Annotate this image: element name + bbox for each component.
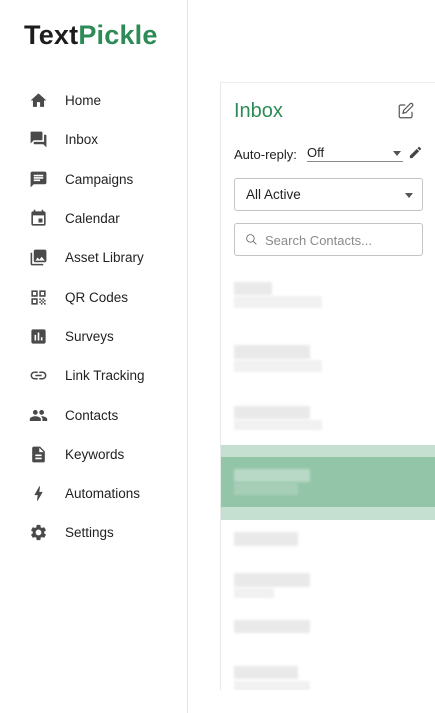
selection-band [221, 457, 435, 507]
sidebar-item-automations[interactable]: Automations [0, 474, 187, 513]
redacted-contact-name [234, 532, 298, 546]
message-icon [28, 169, 48, 189]
inbox-panel: Inbox Auto-reply: Off All Active [220, 82, 435, 690]
sidebar-item-label: Home [65, 93, 102, 109]
pencil-icon [408, 146, 423, 164]
chevron-down-icon [405, 193, 413, 198]
sidebar: TextPickle Home Inbox Campaigns Calendar… [0, 0, 188, 713]
sidebar-nav: Home Inbox Campaigns Calendar Asset Libr… [0, 81, 187, 553]
sidebar-item-label: QR Codes [65, 289, 129, 305]
sidebar-item-surveys[interactable]: Surveys [0, 317, 187, 356]
home-icon [28, 91, 48, 111]
inbox-title: Inbox [234, 100, 283, 122]
redacted-contact-name [234, 620, 310, 633]
edit-auto-reply-button[interactable] [408, 145, 424, 161]
sidebar-item-label: Keywords [65, 446, 125, 462]
sidebar-item-qr-codes[interactable]: QR Codes [0, 277, 187, 316]
compose-icon [397, 102, 415, 124]
redacted-contact-name [234, 406, 310, 419]
contact-list-item[interactable] [221, 520, 435, 560]
auto-reply-label: Auto-reply: [234, 147, 297, 162]
sidebar-item-keywords[interactable]: Keywords [0, 435, 187, 474]
compose-button[interactable] [397, 102, 417, 122]
sidebar-item-home[interactable]: Home [0, 81, 187, 120]
sidebar-item-label: Link Tracking [65, 368, 145, 384]
contact-list-item[interactable] [221, 271, 435, 333]
search-contacts-input[interactable] [265, 229, 415, 251]
sidebar-item-label: Asset Library [65, 250, 144, 266]
gear-icon [28, 523, 48, 543]
sidebar-item-label: Calendar [65, 211, 120, 227]
redacted-contact-name [234, 469, 310, 482]
people-icon [28, 405, 48, 425]
sidebar-item-link-tracking[interactable]: Link Tracking [0, 356, 187, 395]
logo-text-primary: Text [24, 20, 79, 50]
logo-text-accent: Pickle [78, 20, 158, 50]
redacted-contact-name [234, 573, 310, 587]
redacted-message-preview [234, 360, 322, 372]
redacted-message-preview [234, 483, 298, 495]
search-icon [245, 233, 259, 247]
sidebar-item-label: Inbox [65, 132, 99, 148]
auto-reply-value: Off [307, 145, 325, 160]
contact-list-item[interactable] [221, 654, 435, 690]
sidebar-item-inbox[interactable]: Inbox [0, 120, 187, 159]
sidebar-item-label: Surveys [65, 328, 114, 344]
sidebar-item-settings[interactable]: Settings [0, 513, 187, 552]
contact-list-item[interactable] [221, 604, 435, 654]
redacted-contact-name [234, 345, 310, 359]
contact-list-item[interactable] [221, 560, 435, 604]
calendar-icon [28, 209, 48, 229]
forum-icon [28, 130, 48, 150]
chevron-down-icon [393, 151, 401, 156]
redacted-message-preview [234, 681, 310, 690]
redacted-message-preview [234, 588, 274, 598]
status-filter-select[interactable]: All Active [234, 178, 423, 211]
bolt-icon [28, 484, 48, 504]
qr-code-icon [28, 287, 48, 307]
photo-library-icon [28, 248, 48, 268]
sidebar-item-campaigns[interactable]: Campaigns [0, 160, 187, 199]
contact-list-item[interactable] [221, 395, 435, 445]
status-filter-value: All Active [246, 187, 301, 202]
search-contacts-box [234, 223, 423, 256]
redacted-contact-name [234, 282, 272, 295]
sidebar-item-label: Contacts [65, 407, 119, 423]
sidebar-item-label: Settings [65, 525, 114, 541]
sidebar-item-contacts[interactable]: Contacts [0, 395, 187, 434]
document-icon [28, 444, 48, 464]
sidebar-item-label: Automations [65, 486, 141, 502]
contact-list-item[interactable] [221, 333, 435, 395]
sidebar-item-calendar[interactable]: Calendar [0, 199, 187, 238]
app-logo[interactable]: TextPickle [24, 20, 158, 51]
link-icon [28, 366, 48, 386]
sidebar-item-label: Campaigns [65, 171, 134, 187]
redacted-message-preview [234, 420, 322, 430]
redacted-contact-name [234, 666, 298, 679]
redacted-message-preview [234, 296, 322, 308]
sidebar-item-asset-library[interactable]: Asset Library [0, 238, 187, 277]
auto-reply-select[interactable]: Off [307, 144, 403, 162]
poll-icon [28, 326, 48, 346]
contact-list-item-selected[interactable] [221, 445, 435, 520]
